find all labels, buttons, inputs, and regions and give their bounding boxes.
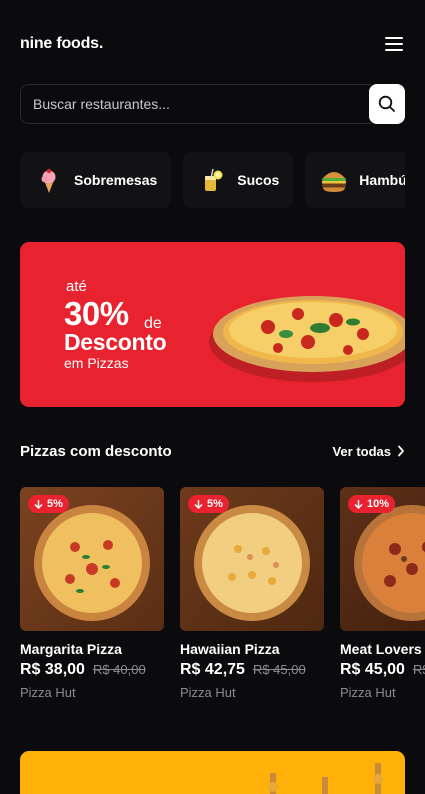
category-sobremesas[interactable]: Sobremesas <box>20 152 172 208</box>
product-old-price: R$ 45,00 <box>252 662 306 677</box>
category-hamburgueres[interactable]: Hambúrgueres <box>305 152 405 208</box>
search-icon <box>378 95 395 112</box>
promo-banner-secondary[interactable] <box>20 751 405 794</box>
product-price: R$ 42,75 <box>180 661 245 678</box>
product-carousel: 5% Margarita Pizza R$ 38,00 R$ 40,00 Piz… <box>20 487 425 707</box>
menu-icon-bar <box>385 43 403 45</box>
category-list: Sobremesas Sucos Hambú <box>20 152 405 208</box>
arrow-down-icon <box>354 500 363 509</box>
product-card[interactable]: 10% Meat Lovers R$ 45,00 R$ 50,00 Pizza … <box>340 487 425 700</box>
product-store: Pizza Hut <box>20 685 76 700</box>
see-all-link[interactable]: Ver todas <box>332 444 405 459</box>
section-header: Pizzas com desconto Ver todas <box>20 440 405 462</box>
product-name: Hawaiian Pizza <box>180 641 280 657</box>
product-card[interactable]: 5% Hawaiian Pizza R$ 42,75 R$ 45,00 Pizz… <box>180 487 324 700</box>
discount-badge: 5% <box>28 495 69 513</box>
product-image: 5% <box>180 487 324 631</box>
product-store: Pizza Hut <box>340 685 396 700</box>
banner-prefix: até <box>66 278 87 295</box>
arrow-down-icon <box>34 500 43 509</box>
category-label: Sucos <box>237 172 280 188</box>
burger-icon <box>319 165 349 195</box>
product-old-price: R$ 50,00 <box>412 662 425 677</box>
category-sucos[interactable]: Sucos <box>183 152 294 208</box>
juice-icon <box>197 165 227 195</box>
search-button[interactable] <box>369 84 405 124</box>
promo-banner[interactable]: até 30% de Desconto em Pizzas <box>20 242 405 407</box>
banner-subtitle: em Pizzas <box>64 355 129 371</box>
menu-button[interactable] <box>383 35 405 53</box>
discount-badge: 5% <box>188 495 229 513</box>
product-prices: R$ 45,00 R$ 50,00 <box>340 661 425 679</box>
product-name: Meat Lovers <box>340 641 422 657</box>
category-label: Sobremesas <box>74 172 158 188</box>
product-card[interactable]: 5% Margarita Pizza R$ 38,00 R$ 40,00 Piz… <box>20 487 164 700</box>
product-prices: R$ 42,75 R$ 45,00 <box>180 661 324 679</box>
discount-value: 5% <box>207 498 223 510</box>
menu-icon-bar <box>385 49 403 51</box>
see-all-label: Ver todas <box>332 443 391 459</box>
product-price: R$ 38,00 <box>20 661 85 678</box>
product-name: Margarita Pizza <box>20 641 122 657</box>
product-old-price: R$ 40,00 <box>92 662 146 677</box>
section-title: Pizzas com desconto <box>20 442 172 460</box>
ice-cream-icon <box>34 165 64 195</box>
chevron-right-icon <box>398 445 404 457</box>
discount-badge: 10% <box>348 495 396 513</box>
product-store: Pizza Hut <box>180 685 236 700</box>
search-input[interactable] <box>20 84 371 124</box>
arrow-down-icon <box>194 500 203 509</box>
product-image: 5% <box>20 487 164 631</box>
app-header: nine foods. <box>20 30 405 58</box>
category-label: Hambúrgueres <box>359 172 405 188</box>
menu-icon-bar <box>385 37 403 39</box>
pizza-image <box>209 296 405 382</box>
discount-value: 10% <box>367 498 390 510</box>
search-bar <box>20 84 405 124</box>
app-logo[interactable]: nine foods. <box>20 35 103 53</box>
product-image: 10% <box>340 487 425 631</box>
banner-headline: Desconto <box>64 329 167 355</box>
product-price: R$ 45,00 <box>340 661 405 678</box>
discount-value: 5% <box>47 498 63 510</box>
product-prices: R$ 38,00 R$ 40,00 <box>20 661 164 679</box>
promo-food-image <box>268 763 383 794</box>
banner-percent: 30% <box>64 295 129 332</box>
